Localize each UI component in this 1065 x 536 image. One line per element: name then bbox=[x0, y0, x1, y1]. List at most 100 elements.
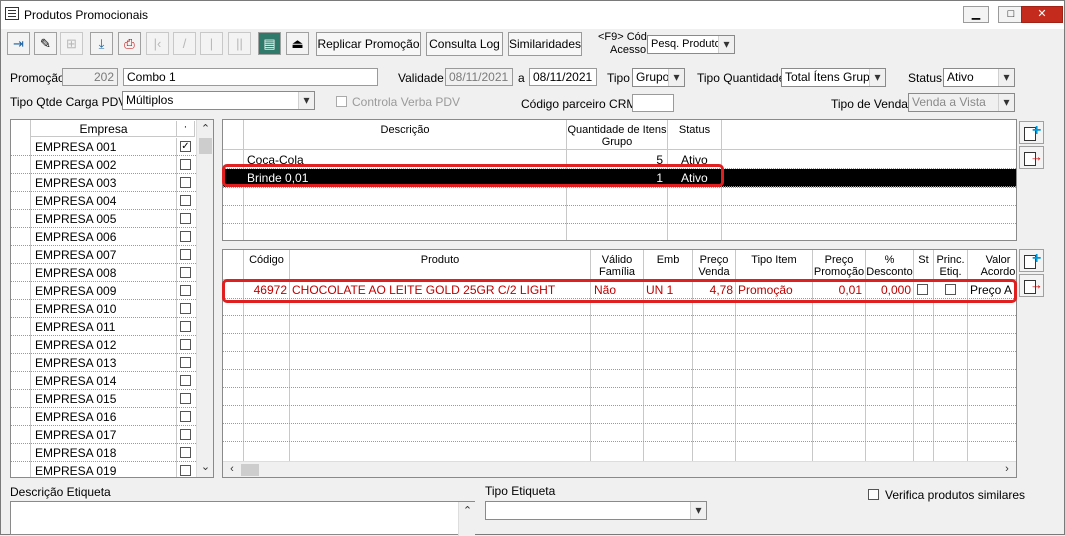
similaridades-button[interactable]: Similaridades bbox=[508, 32, 582, 56]
first-icon[interactable]: |‹ bbox=[146, 32, 169, 55]
controla-verba-checkbox[interactable] bbox=[336, 96, 347, 107]
empresa-checkbox[interactable] bbox=[180, 285, 191, 296]
empresa-checkbox[interactable] bbox=[180, 195, 191, 206]
produto-emb-header[interactable]: Emb bbox=[644, 254, 692, 266]
produto-st-header[interactable]: St bbox=[914, 254, 933, 266]
remove-produto-icon[interactable] bbox=[1019, 274, 1044, 297]
scroll-up-icon[interactable]: ⌃ bbox=[197, 122, 213, 135]
verifica-similares-checkbox[interactable] bbox=[868, 489, 879, 500]
remove-grupo-icon[interactable] bbox=[1019, 146, 1044, 169]
produto-tipo-item-header[interactable]: Tipo Item bbox=[736, 254, 812, 266]
empresa-checkbox[interactable] bbox=[180, 357, 191, 368]
export-icon[interactable]: ⏏ bbox=[286, 32, 309, 55]
produto-preco-promocao-header[interactable]: Preço Promoção bbox=[813, 254, 865, 278]
next-icon[interactable]: | bbox=[200, 32, 223, 55]
empresa-row[interactable]: EMPRESA 002 bbox=[11, 156, 196, 174]
empresa-check-header[interactable]: · bbox=[177, 121, 195, 137]
tipo-etiqueta-select[interactable] bbox=[485, 501, 707, 520]
empresa-row[interactable]: EMPRESA 001 ✓ bbox=[11, 138, 196, 156]
empresas-scrollbar[interactable]: ⌃ ⌄ bbox=[196, 120, 213, 477]
scroll-right-icon[interactable]: › bbox=[1000, 463, 1014, 475]
empresa-checkbox[interactable] bbox=[180, 465, 191, 476]
produto-valido-familia-header[interactable]: Válido Família bbox=[591, 254, 643, 278]
empresa-row[interactable]: EMPRESA 005 bbox=[11, 210, 196, 228]
empresa-checkbox[interactable] bbox=[180, 339, 191, 350]
empresa-checkbox[interactable] bbox=[180, 159, 191, 170]
desc-scroll-up-icon[interactable]: ⌃ bbox=[459, 504, 476, 517]
descricao-etiqueta-field[interactable]: ⌃ bbox=[10, 501, 475, 536]
promocao-name-field[interactable]: Combo 1 bbox=[123, 68, 378, 86]
empresa-row[interactable]: EMPRESA 014 bbox=[11, 372, 196, 390]
descricao-scrollbar[interactable]: ⌃ bbox=[458, 502, 475, 536]
empresa-checkbox[interactable] bbox=[180, 213, 191, 224]
produto-valor-acordo-header[interactable]: Valor Acordo bbox=[968, 254, 1016, 278]
edit-icon[interactable]: ✎ bbox=[34, 32, 57, 55]
empresa-row[interactable]: EMPRESA 011 bbox=[11, 318, 196, 336]
empresa-row[interactable]: EMPRESA 013 bbox=[11, 354, 196, 372]
produto-codigo-header[interactable]: Código bbox=[244, 254, 289, 266]
empresa-checkbox[interactable] bbox=[180, 411, 191, 422]
tree-icon[interactable]: ⊞ bbox=[60, 32, 83, 55]
empresa-checkbox[interactable] bbox=[180, 447, 191, 458]
empresa-row[interactable]: EMPRESA 006 bbox=[11, 228, 196, 246]
empresa-row[interactable]: EMPRESA 015 bbox=[11, 390, 196, 408]
exit-icon[interactable]: ⇥ bbox=[7, 32, 30, 55]
produto-princ-etiq-checkbox[interactable] bbox=[945, 284, 956, 295]
last-icon[interactable]: || bbox=[228, 32, 251, 55]
tipo-quantidade-select[interactable]: Total Ítens Grupo bbox=[781, 68, 886, 87]
consulta-log-button[interactable]: Consulta Log bbox=[426, 32, 503, 56]
produto-desconto-header[interactable]: % Desconto bbox=[866, 254, 913, 278]
grupo-descricao-header[interactable]: Descrição bbox=[244, 124, 566, 136]
add-produto-icon[interactable] bbox=[1019, 249, 1044, 272]
empresa-row[interactable]: EMPRESA 009 bbox=[11, 282, 196, 300]
pesq-produto-select[interactable]: Pesq. Produto bbox=[647, 35, 735, 54]
minimize-button[interactable]: ▁ bbox=[963, 6, 989, 23]
save-icon[interactable]: ⤓ bbox=[90, 32, 113, 55]
empresa-row[interactable]: EMPRESA 010 bbox=[11, 300, 196, 318]
scroll-left-icon[interactable]: ‹ bbox=[225, 463, 239, 475]
add-grupo-icon[interactable] bbox=[1019, 121, 1044, 144]
empresa-checkbox[interactable] bbox=[180, 393, 191, 404]
empresa-row[interactable]: EMPRESA 012 bbox=[11, 336, 196, 354]
tipo-qtde-carga-select[interactable]: Múltiplos bbox=[122, 91, 315, 110]
scroll-down-icon[interactable]: ⌄ bbox=[197, 460, 213, 473]
empresa-checkbox[interactable] bbox=[180, 375, 191, 386]
empresa-row[interactable]: EMPRESA 019 bbox=[11, 462, 196, 477]
replicar-promocao-button[interactable]: Replicar Promoção bbox=[316, 32, 421, 56]
empresa-row[interactable]: EMPRESA 018 bbox=[11, 444, 196, 462]
status-select[interactable]: Ativo bbox=[943, 68, 1015, 87]
grupo-row[interactable]: Coca-Cola 5 Ativo bbox=[223, 151, 1016, 169]
scroll-thumb[interactable] bbox=[199, 138, 212, 154]
grupo-row[interactable]: Brinde 0,01 1 Ativo bbox=[223, 169, 1016, 187]
produto-produto-header[interactable]: Produto bbox=[290, 254, 590, 266]
empresa-checkbox[interactable] bbox=[180, 177, 191, 188]
empresa-checkbox[interactable]: ✓ bbox=[180, 141, 191, 152]
empresa-header[interactable]: Empresa bbox=[31, 121, 177, 137]
empresa-checkbox[interactable] bbox=[180, 321, 191, 332]
produtos-hscrollbar[interactable]: ‹ › bbox=[223, 461, 1016, 477]
empresa-row[interactable]: EMPRESA 016 bbox=[11, 408, 196, 426]
produto-st-checkbox[interactable] bbox=[917, 284, 928, 295]
empresa-row[interactable]: EMPRESA 008 bbox=[11, 264, 196, 282]
prev-icon[interactable]: / bbox=[173, 32, 196, 55]
tipo-select[interactable]: Grupo bbox=[632, 68, 685, 87]
produto-row[interactable]: 46972 CHOCOLATE AO LEITE GOLD 25GR C/2 LI… bbox=[223, 281, 1016, 299]
empresa-checkbox[interactable] bbox=[180, 429, 191, 440]
close-button[interactable]: ✕ bbox=[1021, 6, 1063, 23]
grupo-quantidade-header[interactable]: Quantidade de Itens Grupo bbox=[567, 124, 667, 148]
hscroll-thumb[interactable] bbox=[241, 464, 259, 476]
empresa-row[interactable]: EMPRESA 017 bbox=[11, 426, 196, 444]
empresa-row[interactable]: EMPRESA 004 bbox=[11, 192, 196, 210]
grupo-status-header[interactable]: Status bbox=[668, 124, 721, 136]
empresa-checkbox[interactable] bbox=[180, 231, 191, 242]
produto-preco-venda-header[interactable]: Preço Venda bbox=[693, 254, 735, 278]
empresa-checkbox[interactable] bbox=[180, 267, 191, 278]
validade-to-field[interactable]: 08/11/2021 bbox=[529, 68, 597, 86]
empresa-row[interactable]: EMPRESA 003 bbox=[11, 174, 196, 192]
produto-princ-etiq-header[interactable]: Princ. Etiq. bbox=[934, 254, 967, 278]
codigo-parceiro-field[interactable] bbox=[632, 94, 674, 112]
list-icon[interactable]: ▤ bbox=[258, 32, 281, 55]
empresa-row[interactable]: EMPRESA 007 bbox=[11, 246, 196, 264]
empresa-checkbox[interactable] bbox=[180, 303, 191, 314]
empresa-checkbox[interactable] bbox=[180, 249, 191, 260]
